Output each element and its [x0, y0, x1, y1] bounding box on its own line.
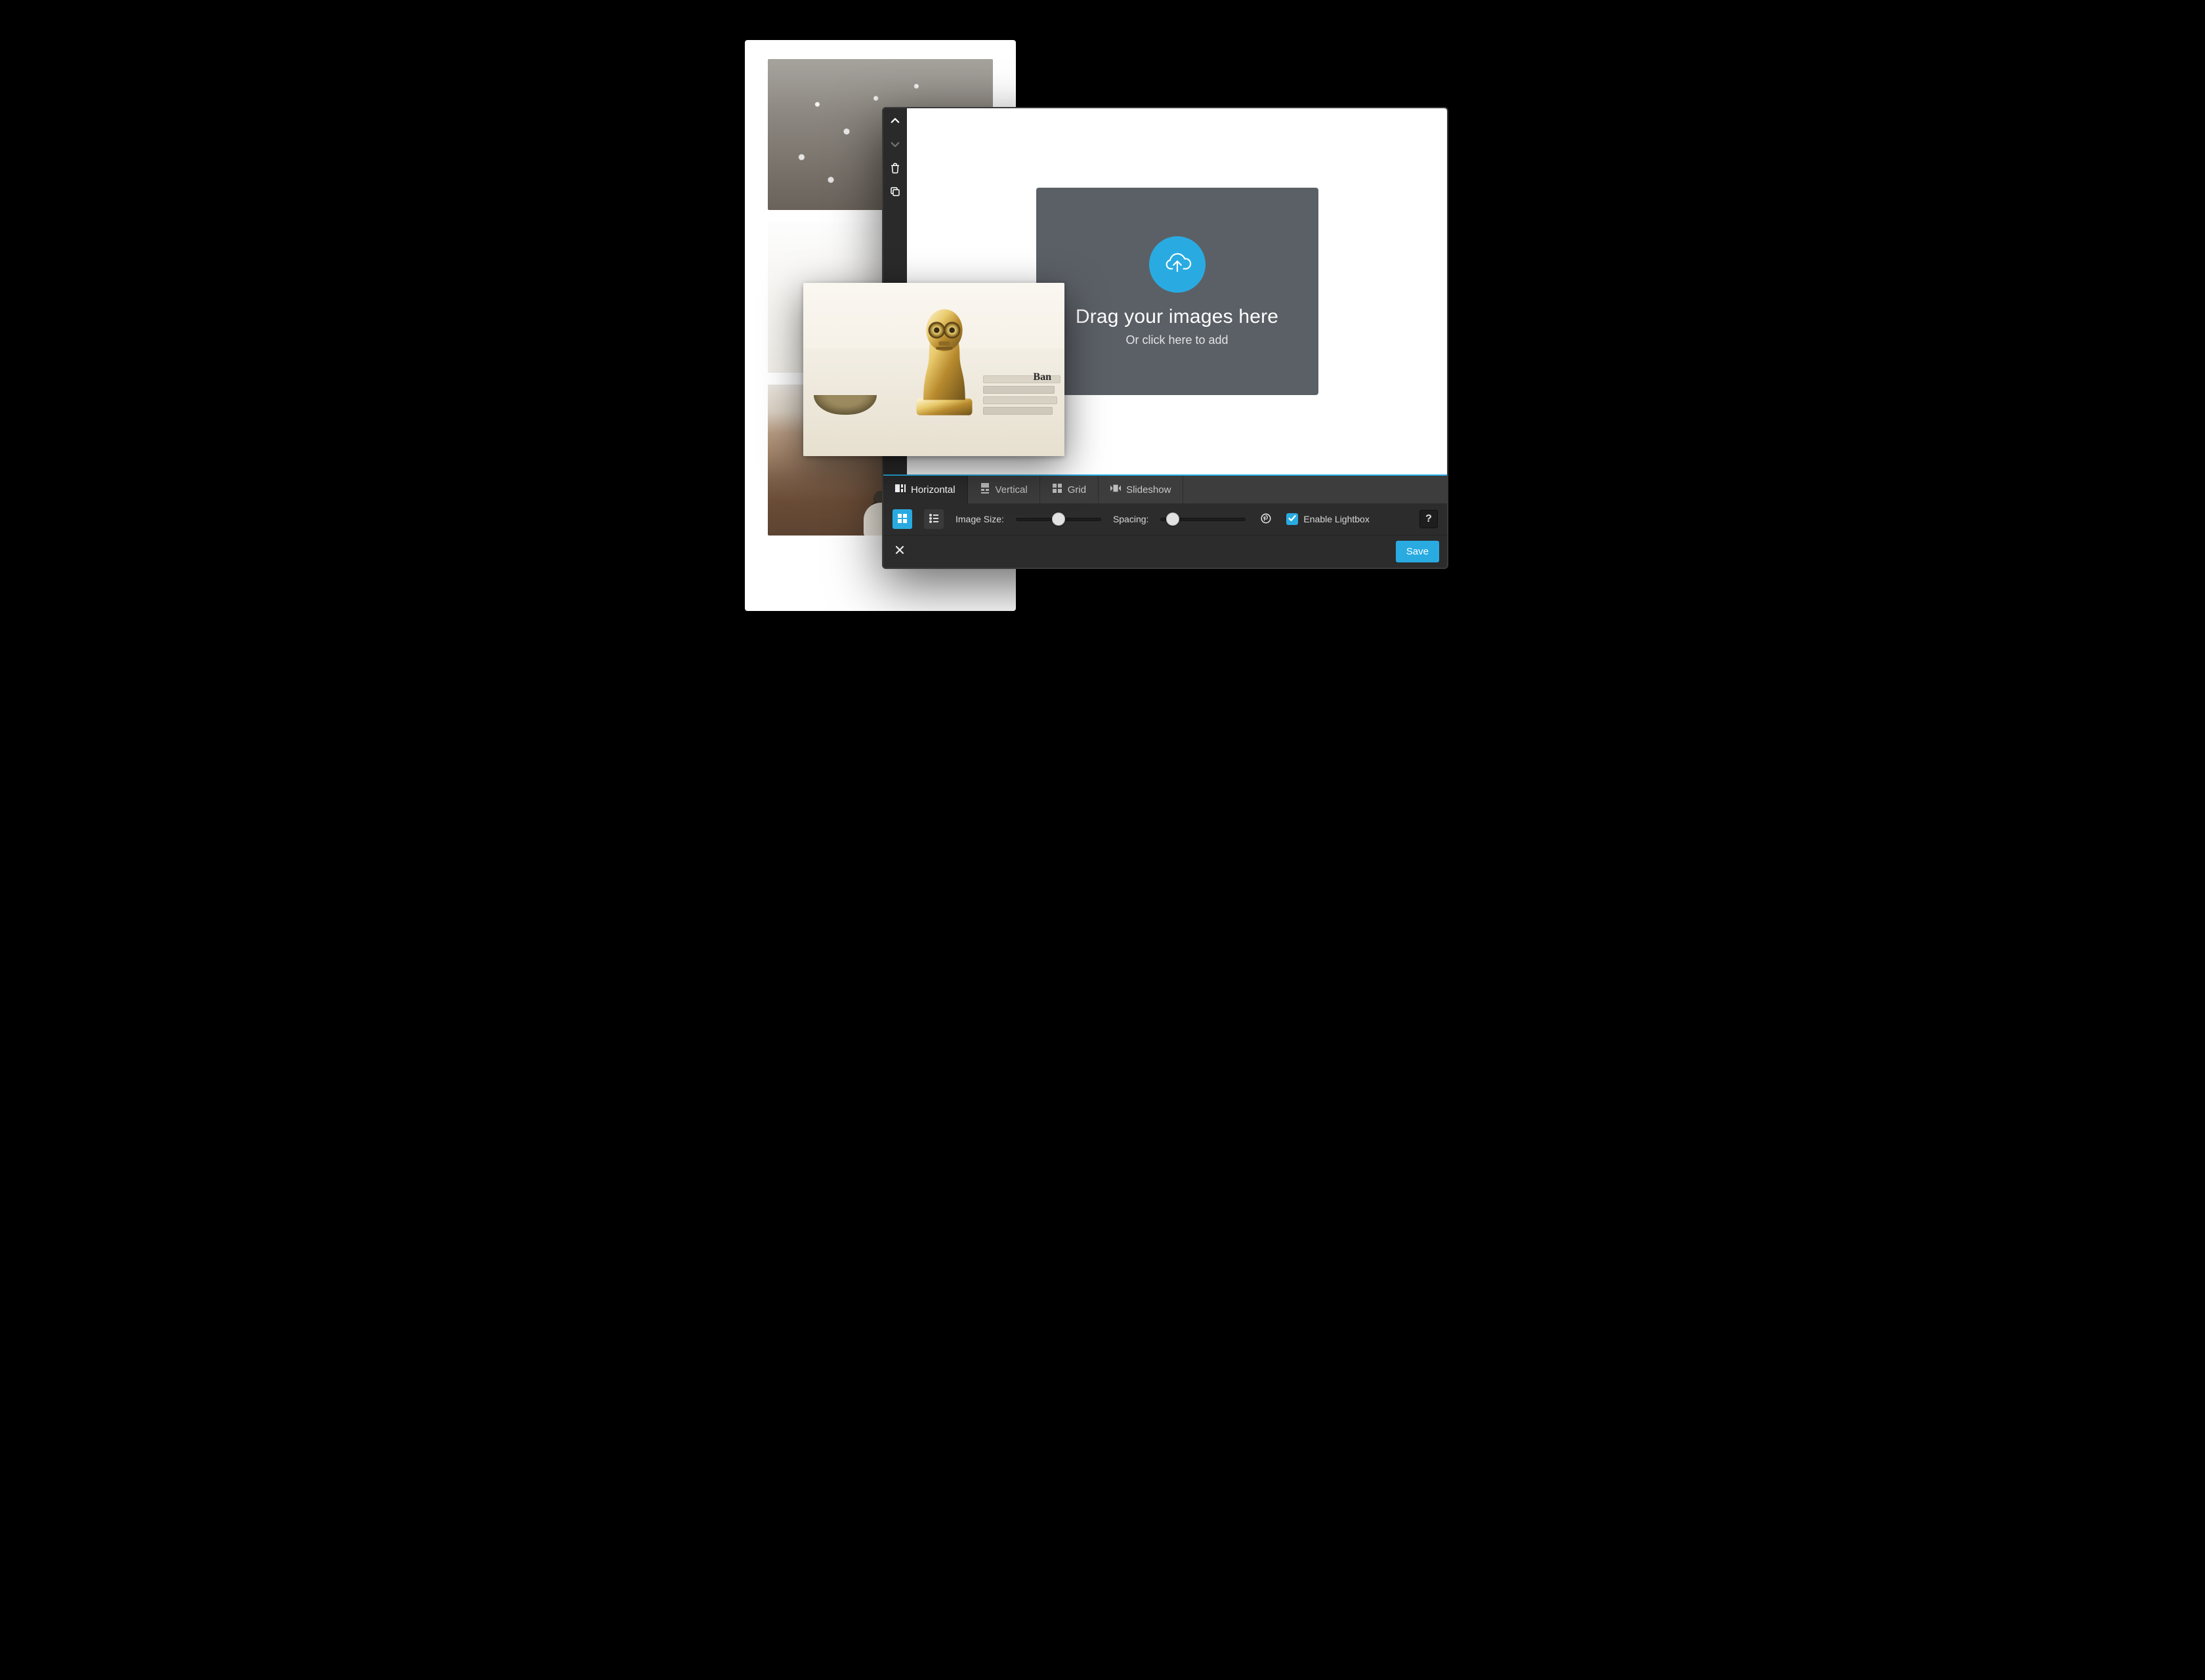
save-button[interactable]: Save	[1396, 541, 1439, 562]
layout-grid-icon	[1052, 483, 1062, 496]
book-spine-text: Ban	[1033, 371, 1051, 383]
grid-tiles-icon	[897, 513, 908, 526]
spacing-label: Spacing:	[1113, 514, 1148, 524]
view-list-button[interactable]	[924, 509, 944, 529]
pinterest-toggle[interactable]	[1257, 511, 1274, 528]
close-button[interactable]	[891, 543, 908, 560]
list-icon	[929, 513, 939, 526]
chevron-down-icon	[889, 138, 901, 154]
slider-knob[interactable]	[1052, 513, 1065, 526]
trash-icon	[889, 162, 901, 177]
image-dropzone[interactable]: Drag your images here Or click here to a…	[1036, 188, 1318, 395]
tab-slideshow[interactable]: Slideshow	[1099, 476, 1183, 503]
help-label: ?	[1425, 513, 1432, 525]
layout-slideshow-icon	[1110, 483, 1121, 496]
dropzone-subtitle: Or click here to add	[1125, 333, 1228, 347]
copy-icon	[889, 186, 901, 201]
delete-button[interactable]	[888, 162, 902, 177]
stage: Drag your images here Or click here to a…	[693, 0, 1512, 624]
editor-footer: Save	[883, 535, 1447, 568]
tab-label: Slideshow	[1126, 484, 1171, 495]
duplicate-button[interactable]	[888, 186, 902, 200]
image-size-slider[interactable]	[1016, 518, 1101, 521]
layout-horizontal-icon	[895, 483, 906, 496]
spacing-slider[interactable]	[1160, 518, 1246, 521]
tab-label: Horizontal	[911, 484, 956, 495]
image-size-label: Image Size:	[956, 514, 1004, 524]
upload-circle	[1149, 236, 1206, 293]
checkbox-checked[interactable]	[1286, 513, 1298, 525]
close-icon	[894, 545, 905, 558]
lightbox-label: Enable Lightbox	[1303, 514, 1369, 524]
check-icon	[1288, 514, 1296, 524]
layout-vertical-icon	[980, 483, 990, 496]
view-thumbnails-button[interactable]	[892, 509, 912, 529]
help-button[interactable]: ?	[1419, 510, 1438, 528]
dragged-image-bust	[902, 306, 986, 418]
tab-label: Vertical	[996, 484, 1028, 495]
tab-grid[interactable]: Grid	[1040, 476, 1099, 503]
cloud-upload-icon	[1162, 247, 1192, 281]
tab-label: Grid	[1068, 484, 1086, 495]
options-row: Image Size: Spacing: Enable Lightb	[883, 503, 1447, 535]
pinterest-icon	[1260, 513, 1272, 526]
slider-knob[interactable]	[1166, 513, 1179, 526]
tab-vertical[interactable]: Vertical	[968, 476, 1040, 503]
layout-tabs: Horizontal Vertical Grid Slideshow	[883, 474, 1447, 503]
tab-horizontal[interactable]: Horizontal	[883, 476, 968, 503]
chevron-up-icon	[889, 115, 901, 130]
dropzone-title: Drag your images here	[1076, 306, 1278, 328]
enable-lightbox-option[interactable]: Enable Lightbox	[1286, 513, 1369, 525]
dragged-image-thumb[interactable]: Ban	[803, 283, 1064, 456]
move-up-button[interactable]	[888, 115, 902, 129]
move-down-button	[888, 138, 902, 153]
